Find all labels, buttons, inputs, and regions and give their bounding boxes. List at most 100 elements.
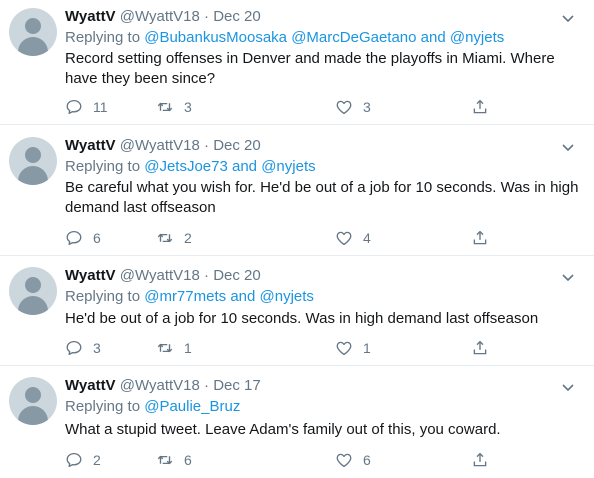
avatar[interactable] bbox=[9, 267, 57, 315]
tweet-text: Be careful what you wish for. He'd be ou… bbox=[65, 179, 579, 216]
share-button[interactable] bbox=[471, 228, 489, 248]
mention-and-label[interactable]: and bbox=[230, 288, 255, 305]
tweet-divider bbox=[0, 124, 594, 125]
tweet-date[interactable]: Dec 20 bbox=[213, 8, 261, 25]
tweet-header: WyattV @WyattV18 · Dec 20 bbox=[65, 267, 261, 285]
retweet-count: 2 bbox=[184, 230, 192, 246]
like-count: 1 bbox=[363, 340, 371, 356]
replying-to-label: Replying to bbox=[65, 398, 141, 415]
avatar[interactable] bbox=[9, 377, 57, 425]
retweet-icon bbox=[156, 451, 174, 469]
heart-icon bbox=[335, 229, 353, 247]
tweet-date[interactable]: Dec 20 bbox=[213, 267, 261, 284]
chevron-down-icon[interactable] bbox=[560, 269, 576, 285]
chevron-down-icon[interactable] bbox=[560, 379, 576, 395]
retweet-button[interactable]: 6 bbox=[156, 450, 192, 470]
mention-link[interactable]: @MarcDeGaetano bbox=[291, 29, 416, 46]
user-handle[interactable]: @WyattV18 bbox=[120, 377, 200, 394]
tweet-actions: 6 2 4 bbox=[65, 228, 495, 248]
reply-count: 2 bbox=[93, 452, 101, 468]
reply-count: 11 bbox=[93, 99, 108, 115]
share-icon bbox=[471, 339, 489, 357]
avatar[interactable] bbox=[9, 8, 57, 56]
display-name[interactable]: WyattV bbox=[65, 377, 116, 394]
share-button[interactable] bbox=[471, 450, 489, 470]
reply-icon bbox=[65, 98, 83, 116]
retweet-count: 3 bbox=[184, 99, 192, 115]
replying-to: Replying to @Paulie_Bruz bbox=[65, 397, 240, 417]
mention-link[interactable]: @BubankusMoosaka bbox=[144, 29, 287, 46]
replying-to: Replying to @BubankusMoosaka @MarcDeGaet… bbox=[65, 28, 504, 48]
share-button[interactable] bbox=[471, 97, 489, 117]
avatar[interactable] bbox=[9, 137, 57, 185]
avatar-placeholder-icon bbox=[25, 387, 41, 403]
mention-and-label[interactable]: and bbox=[421, 29, 446, 46]
display-name[interactable]: WyattV bbox=[65, 137, 116, 154]
replying-to: Replying to @mr77mets and @nyjets bbox=[65, 287, 314, 307]
separator-dot: · bbox=[204, 377, 210, 394]
avatar-placeholder-body bbox=[18, 37, 48, 56]
retweet-button[interactable]: 1 bbox=[156, 338, 192, 358]
tweet-date[interactable]: Dec 20 bbox=[213, 137, 261, 154]
share-button[interactable] bbox=[471, 338, 489, 358]
separator-dot: · bbox=[204, 267, 210, 284]
chevron-down-icon[interactable] bbox=[560, 10, 576, 26]
share-icon bbox=[471, 98, 489, 116]
tweet-divider bbox=[0, 255, 594, 256]
avatar-placeholder-icon bbox=[25, 18, 41, 34]
reply-button[interactable]: 11 bbox=[65, 97, 108, 117]
avatar-placeholder-icon bbox=[25, 277, 41, 293]
tweet-text: Record setting offenses in Denver and ma… bbox=[65, 50, 555, 87]
like-button[interactable]: 4 bbox=[335, 228, 371, 248]
mention-and-label[interactable]: and bbox=[232, 158, 257, 175]
mention-link[interactable]: @nyjets bbox=[260, 288, 314, 305]
reply-button[interactable]: 2 bbox=[65, 450, 101, 470]
like-button[interactable]: 3 bbox=[335, 97, 371, 117]
display-name[interactable]: WyattV bbox=[65, 8, 116, 25]
mention-link[interactable]: @Paulie_Bruz bbox=[144, 398, 240, 415]
tweet-date[interactable]: Dec 17 bbox=[213, 377, 261, 394]
mention-link[interactable]: @nyjets bbox=[261, 158, 315, 175]
mention-link[interactable]: @nyjets bbox=[450, 29, 504, 46]
reply-button[interactable]: 3 bbox=[65, 338, 101, 358]
separator-dot: · bbox=[204, 137, 210, 154]
separator-dot: · bbox=[204, 8, 210, 25]
mention-link[interactable]: @mr77mets bbox=[144, 288, 226, 305]
user-handle[interactable]: @WyattV18 bbox=[120, 8, 200, 25]
retweet-button[interactable]: 2 bbox=[156, 228, 192, 248]
user-handle[interactable]: @WyattV18 bbox=[120, 267, 200, 284]
tweet-actions: 3 1 1 bbox=[65, 338, 495, 358]
like-button[interactable]: 6 bbox=[335, 450, 371, 470]
avatar-placeholder-body bbox=[18, 166, 48, 185]
replying-to-label: Replying to bbox=[65, 158, 141, 175]
reply-icon bbox=[65, 339, 83, 357]
heart-icon bbox=[335, 451, 353, 469]
chevron-down-icon[interactable] bbox=[560, 139, 576, 155]
tweet-actions: 11 3 3 bbox=[65, 97, 495, 117]
like-button[interactable]: 1 bbox=[335, 338, 371, 358]
retweet-icon bbox=[156, 229, 174, 247]
retweet-icon bbox=[156, 339, 174, 357]
tweet-header: WyattV @WyattV18 · Dec 20 bbox=[65, 137, 261, 155]
like-count: 6 bbox=[363, 452, 371, 468]
avatar-placeholder-icon bbox=[25, 147, 41, 163]
tweet-divider bbox=[0, 365, 594, 366]
retweet-button[interactable]: 3 bbox=[156, 97, 192, 117]
tweet-actions: 2 6 6 bbox=[65, 450, 495, 470]
reply-count: 3 bbox=[93, 340, 101, 356]
reply-button[interactable]: 6 bbox=[65, 228, 101, 248]
reply-icon bbox=[65, 451, 83, 469]
reply-count: 6 bbox=[93, 230, 101, 246]
retweet-count: 6 bbox=[184, 452, 192, 468]
tweet-header: WyattV @WyattV18 · Dec 17 bbox=[65, 377, 261, 395]
like-count: 4 bbox=[363, 230, 371, 246]
retweet-icon bbox=[156, 98, 174, 116]
replying-to: Replying to @JetsJoe73 and @nyjets bbox=[65, 157, 316, 177]
display-name[interactable]: WyattV bbox=[65, 267, 116, 284]
like-count: 3 bbox=[363, 99, 371, 115]
replying-to-label: Replying to bbox=[65, 29, 141, 46]
mention-link[interactable]: @JetsJoe73 bbox=[144, 158, 228, 175]
tweet-text: What a stupid tweet. Leave Adam's family… bbox=[65, 421, 501, 438]
user-handle[interactable]: @WyattV18 bbox=[120, 137, 200, 154]
replying-to-label: Replying to bbox=[65, 288, 141, 305]
